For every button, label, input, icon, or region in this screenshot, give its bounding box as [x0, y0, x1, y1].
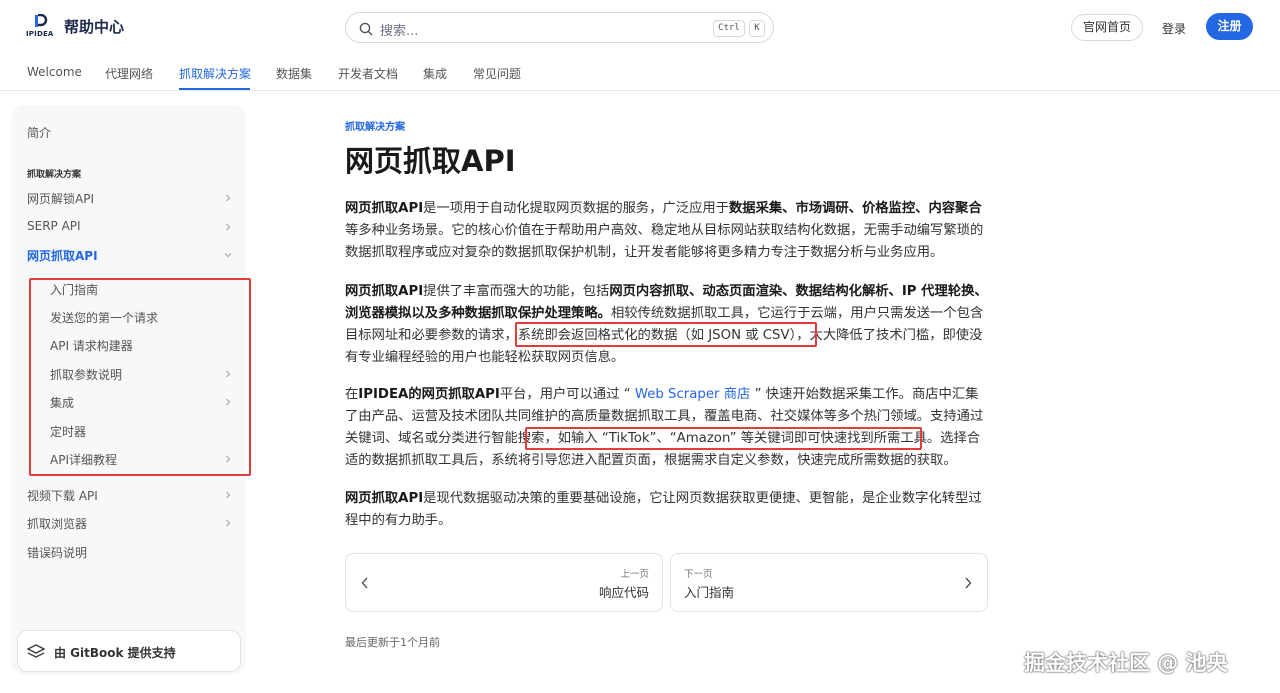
- sidebar-section-title: 抓取解决方案: [27, 170, 82, 180]
- register-button[interactable]: 注册: [1206, 13, 1253, 40]
- active-tab-underline: [179, 88, 250, 90]
- sidebar-subitem-api-tutorial[interactable]: API详细教程: [50, 451, 117, 468]
- chevron-right-icon: [226, 519, 231, 527]
- paragraph-3: 在IPIDEA的网页抓取API平台，用户可以通过 “ Web Scraper 商…: [345, 384, 990, 472]
- paragraph-4: 网页抓取API是现代数据驱动决策的重要基础设施，它让网页数据获取更便捷、更智能，…: [345, 488, 990, 532]
- sidebar: 简介 抓取解决方案 网页解锁API SERP API 网页抓取API 入门指南 …: [11, 105, 251, 675]
- chevron-down-icon: [224, 253, 232, 258]
- paragraph-2: 网页抓取API提供了丰富而强大的功能，包括网页内容抓取、动态页面渲染、数据结构化…: [345, 281, 990, 369]
- sidebar-subitem-scheduler[interactable]: 定时器: [50, 423, 86, 440]
- sidebar-subitem-integration[interactable]: 集成: [50, 394, 74, 411]
- gitbook-powered-button[interactable]: 由 GitBook 提供支持: [17, 630, 241, 672]
- sidebar-subitem-getting-started[interactable]: 入门指南: [50, 281, 98, 298]
- main-content: 抓取解决方案 网页抓取API 网页抓取API是一项用于自动化提取网页数据的服务，…: [345, 0, 990, 693]
- sidebar-item-intro[interactable]: 简介: [27, 124, 51, 141]
- gitbook-label: 由 GitBook 提供支持: [54, 646, 176, 660]
- paragraph-1: 网页抓取API是一项用于自动化提取网页数据的服务，广泛应用于数据采集、市场调研、…: [345, 198, 990, 264]
- official-site-button[interactable]: 官网首页: [1071, 14, 1143, 41]
- next-page-button[interactable]: 下一页 入门指南: [670, 553, 988, 612]
- chevron-right-icon: [226, 398, 231, 406]
- site-title[interactable]: 帮助中心: [64, 16, 124, 37]
- p3-text-e: 如输入 “TikTok”、“Amazon” 等关键词即可快速找到所需工具。: [557, 431, 941, 446]
- next-page-title: 入门指南: [684, 585, 735, 600]
- chevron-right-icon: [226, 194, 231, 202]
- sidebar-item-error-codes[interactable]: 错误码说明: [27, 544, 87, 561]
- chevron-right-icon: [226, 455, 231, 463]
- prev-page-small-label: 上一页: [620, 569, 649, 580]
- page-title: 网页抓取API: [345, 144, 516, 178]
- tab-scraping-solutions[interactable]: 抓取解决方案: [179, 65, 251, 82]
- p3-text-c: 平台，用户可以通过 “: [499, 387, 635, 402]
- sidebar-item-web-scraper-api[interactable]: 网页抓取API: [27, 247, 98, 264]
- sidebar-item-web-unlocker[interactable]: 网页解锁API: [27, 190, 94, 207]
- tab-datasets[interactable]: 数据集: [276, 65, 312, 82]
- p4-text-b: 是现代数据驱动决策的重要基础设施，它让网页数据获取更便捷、更智能，是企业数字化转…: [345, 491, 982, 528]
- sidebar-item-video-download-api[interactable]: 视频下载 API: [27, 487, 98, 504]
- gitbook-icon: [26, 643, 46, 659]
- p2-text-b: 提供了丰富而强大的功能，包括: [423, 284, 610, 299]
- watermark: 掘金技术社区 @ 池央: [1024, 651, 1228, 675]
- p3-strong-b: IPIDEA的网页抓取API: [358, 387, 500, 402]
- web-scraper-store-link[interactable]: Web Scraper 商店: [635, 387, 751, 402]
- chevron-right-icon: [226, 370, 231, 378]
- sidebar-subitem-request-builder[interactable]: API 请求构建器: [50, 337, 133, 354]
- login-button[interactable]: 登录: [1162, 20, 1186, 37]
- breadcrumb[interactable]: 抓取解决方案: [345, 118, 405, 133]
- p1-strong-c: 数据采集、市场调研、价格监控、内容聚合: [729, 201, 982, 216]
- p3-text-a: 在: [345, 387, 359, 402]
- next-page-small-label: 下一页: [684, 569, 713, 580]
- sidebar-subitem-parameters[interactable]: 抓取参数说明: [50, 366, 122, 383]
- last-updated: 最后更新于1个月前: [345, 636, 440, 649]
- sidebar-item-scraping-browser[interactable]: 抓取浏览器: [27, 515, 87, 532]
- p1-text-d: 等多种业务场景。它的核心价值在于帮助用户高效、稳定地从目标网站获取结构化数据，无…: [345, 223, 984, 260]
- p1-text-b: 是一项用于自动化提取网页数据的服务，广泛应用于: [423, 201, 729, 216]
- p2-text-e: 系统即会返回格式化的数据（如 JSON 或 CSV）: [517, 328, 797, 343]
- chevron-right-icon: [226, 223, 231, 231]
- p1-strong-a: 网页抓取API: [345, 201, 424, 216]
- tab-welcome[interactable]: Welcome: [27, 65, 82, 79]
- p2-strong-a: 网页抓取API: [345, 284, 424, 299]
- chevron-right-icon: [226, 491, 231, 499]
- tab-proxy-network[interactable]: 代理网络: [105, 65, 153, 82]
- sidebar-item-serp-api[interactable]: SERP API: [27, 219, 81, 233]
- p4-strong-a: 网页抓取API: [345, 491, 424, 506]
- chevron-right-icon: [965, 577, 972, 589]
- prev-page-button[interactable]: 上一页 响应代码: [345, 553, 663, 612]
- sidebar-subitem-first-request[interactable]: 发送您的第一个请求: [50, 309, 158, 326]
- prev-page-title: 响应代码: [598, 585, 649, 600]
- logo-wordmark: IPIDEA: [26, 30, 54, 38]
- chevron-left-icon: [361, 577, 368, 589]
